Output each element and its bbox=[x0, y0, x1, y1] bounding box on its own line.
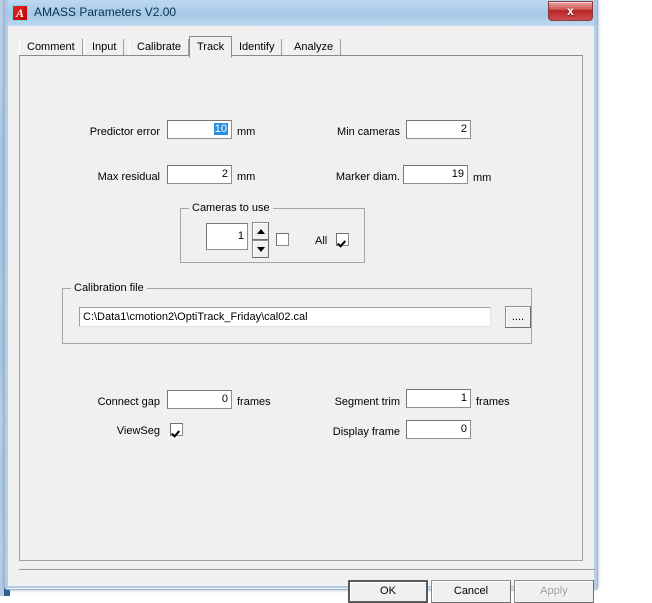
tab-strip: Comment Input Calibrate Track Identify A… bbox=[19, 36, 583, 58]
cameras-to-use-group: Cameras to use 1 All bbox=[180, 202, 365, 263]
tab-input[interactable]: Input bbox=[84, 39, 125, 56]
segment-trim-unit: frames bbox=[476, 396, 510, 408]
calibration-file-title: Calibration file bbox=[71, 282, 147, 294]
segment-trim-label: Segment trim bbox=[334, 396, 400, 408]
window-title: AMASS Parameters V2.00 bbox=[34, 5, 177, 19]
bottom-separator bbox=[19, 569, 595, 570]
tab-comment[interactable]: Comment bbox=[19, 39, 83, 56]
min-cameras-input[interactable]: 2 bbox=[406, 120, 471, 139]
amass-parameters-dialog: A AMASS Parameters V2.00 x Comment Input… bbox=[4, 0, 598, 603]
connect-gap-unit: frames bbox=[237, 396, 271, 408]
predictor-error-value: 10 bbox=[213, 123, 228, 135]
segment-trim-input[interactable]: 1 bbox=[406, 389, 471, 408]
view-seg-label: ViewSeg bbox=[116, 425, 160, 437]
cameras-to-use-input[interactable]: 1 bbox=[206, 223, 248, 250]
tab-track[interactable]: Track bbox=[189, 36, 233, 58]
max-residual-input[interactable]: 2 bbox=[167, 165, 232, 184]
cameras-to-use-spinner[interactable] bbox=[252, 222, 269, 258]
max-residual-label: Max residual bbox=[97, 171, 160, 183]
tab-identify[interactable]: Identify bbox=[231, 39, 283, 56]
cameras-to-use-title: Cameras to use bbox=[189, 202, 273, 214]
predictor-error-label: Predictor error bbox=[89, 126, 160, 138]
apply-button: Apply bbox=[514, 580, 594, 603]
dialog-client-area: Comment Input Calibrate Track Identify A… bbox=[8, 26, 595, 603]
tab-calibrate[interactable]: Calibrate bbox=[129, 39, 190, 56]
display-frame-input[interactable]: 0 bbox=[406, 420, 471, 439]
connect-gap-input[interactable]: 0 bbox=[167, 390, 232, 409]
calibration-file-group: Calibration file C:\Data1\cmotion2\OptiT… bbox=[62, 282, 532, 344]
all-checkbox[interactable] bbox=[336, 233, 349, 246]
title-bar[interactable]: A AMASS Parameters V2.00 x bbox=[5, 0, 597, 26]
calibration-file-path-input[interactable]: C:\Data1\cmotion2\OptiTrack_Friday\cal02… bbox=[79, 307, 491, 327]
min-cameras-label: Min cameras bbox=[337, 126, 400, 138]
ok-button[interactable]: OK bbox=[348, 580, 428, 603]
marker-diam-label: Marker diam. bbox=[335, 171, 400, 183]
all-label: All bbox=[315, 235, 328, 247]
view-seg-checkbox[interactable] bbox=[170, 423, 183, 436]
display-frame-label: Display frame bbox=[332, 426, 400, 438]
marker-diam-unit: mm bbox=[473, 172, 492, 184]
close-icon[interactable]: x bbox=[548, 1, 593, 21]
predictor-error-input[interactable]: 10 bbox=[167, 120, 232, 139]
max-residual-unit: mm bbox=[237, 171, 256, 183]
amass-logo-icon: A bbox=[12, 5, 28, 21]
cameras-to-use-checkbox[interactable] bbox=[276, 233, 289, 246]
predictor-error-unit: mm bbox=[237, 126, 256, 138]
calibration-file-browse-button[interactable]: .... bbox=[505, 306, 531, 328]
connect-gap-label: Connect gap bbox=[97, 396, 160, 408]
tab-analyze[interactable]: Analyze bbox=[286, 39, 342, 56]
track-tab-page: Predictor error 10 mm Max residual 2 mm … bbox=[19, 55, 583, 561]
cancel-button[interactable]: Cancel bbox=[431, 580, 511, 603]
spinner-down-icon[interactable] bbox=[252, 240, 269, 258]
spinner-up-icon[interactable] bbox=[252, 222, 269, 240]
marker-diam-input[interactable]: 19 bbox=[403, 165, 468, 184]
